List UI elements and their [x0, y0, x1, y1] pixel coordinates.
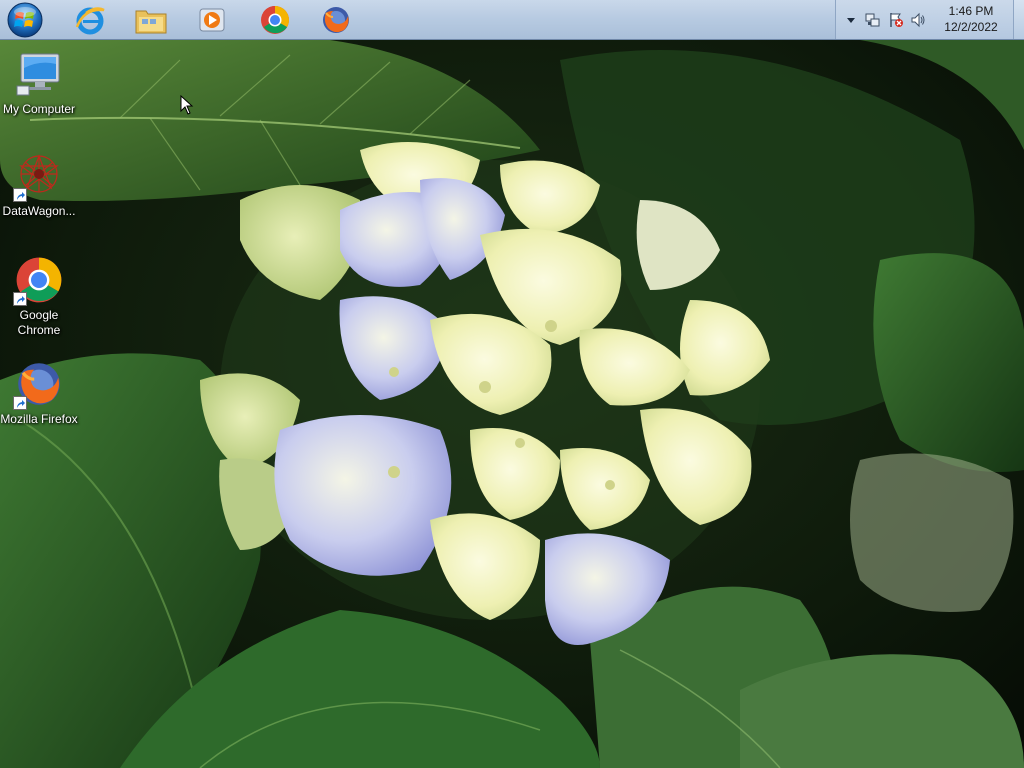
- show-desktop-button[interactable]: [1013, 0, 1024, 39]
- chevron-down-icon: [847, 18, 855, 23]
- action-center-tray-button[interactable]: [888, 12, 904, 28]
- taskbar-windows-explorer-button[interactable]: [123, 2, 179, 38]
- taskbar-chrome-button[interactable]: [247, 2, 303, 38]
- desktop-icon-label: DataWagon...: [2, 204, 76, 218]
- system-tray: 1:46 PM 12/2/2022: [835, 0, 1024, 39]
- desktop-icon-datawagon[interactable]: DataWagon...: [0, 152, 78, 219]
- internet-explorer-icon: [75, 7, 105, 35]
- windows-orb-icon: [7, 2, 43, 38]
- shortcut-arrow-icon: [13, 396, 27, 410]
- mouse-cursor-icon: [180, 95, 194, 115]
- clock-time: 1:46 PM: [948, 4, 994, 18]
- clock-date: 12/2/2022: [944, 20, 998, 34]
- network-icon: [865, 13, 880, 27]
- chrome-icon: [261, 6, 289, 34]
- shortcut-arrow-icon: [13, 188, 27, 202]
- show-hidden-icons-button[interactable]: [843, 12, 859, 28]
- desktop-icon-google-chrome[interactable]: Google Chrome: [0, 256, 78, 338]
- taskbar: 1:46 PM 12/2/2022: [0, 0, 1024, 40]
- desktop-icon-mozilla-firefox[interactable]: Mozilla Firefox: [0, 360, 78, 427]
- desktop-icon-my-computer[interactable]: My Computer: [0, 50, 78, 117]
- computer-icon: [16, 53, 60, 96]
- clock[interactable]: 1:46 PM 12/2/2022: [936, 3, 1006, 35]
- media-player-icon: [199, 8, 225, 32]
- action-center-flag-icon: [890, 13, 903, 27]
- shortcut-arrow-icon: [13, 292, 27, 306]
- desktop-icon-label: Google Chrome: [17, 308, 61, 337]
- desktop-icon-label: My Computer: [2, 102, 76, 116]
- folder-icon: [135, 10, 167, 34]
- taskbar-firefox-button[interactable]: [308, 2, 364, 38]
- network-tray-button[interactable]: [865, 12, 881, 28]
- volume-tray-button[interactable]: [910, 12, 926, 28]
- taskbar-internet-explorer-button[interactable]: [62, 2, 118, 38]
- firefox-icon: [323, 7, 349, 33]
- taskbar-media-player-button[interactable]: [184, 2, 240, 38]
- volume-icon: [911, 12, 925, 28]
- desktop-icon-label: Mozilla Firefox: [0, 412, 78, 426]
- desktop-wallpaper: [0, 0, 1024, 768]
- start-button[interactable]: [6, 1, 44, 39]
